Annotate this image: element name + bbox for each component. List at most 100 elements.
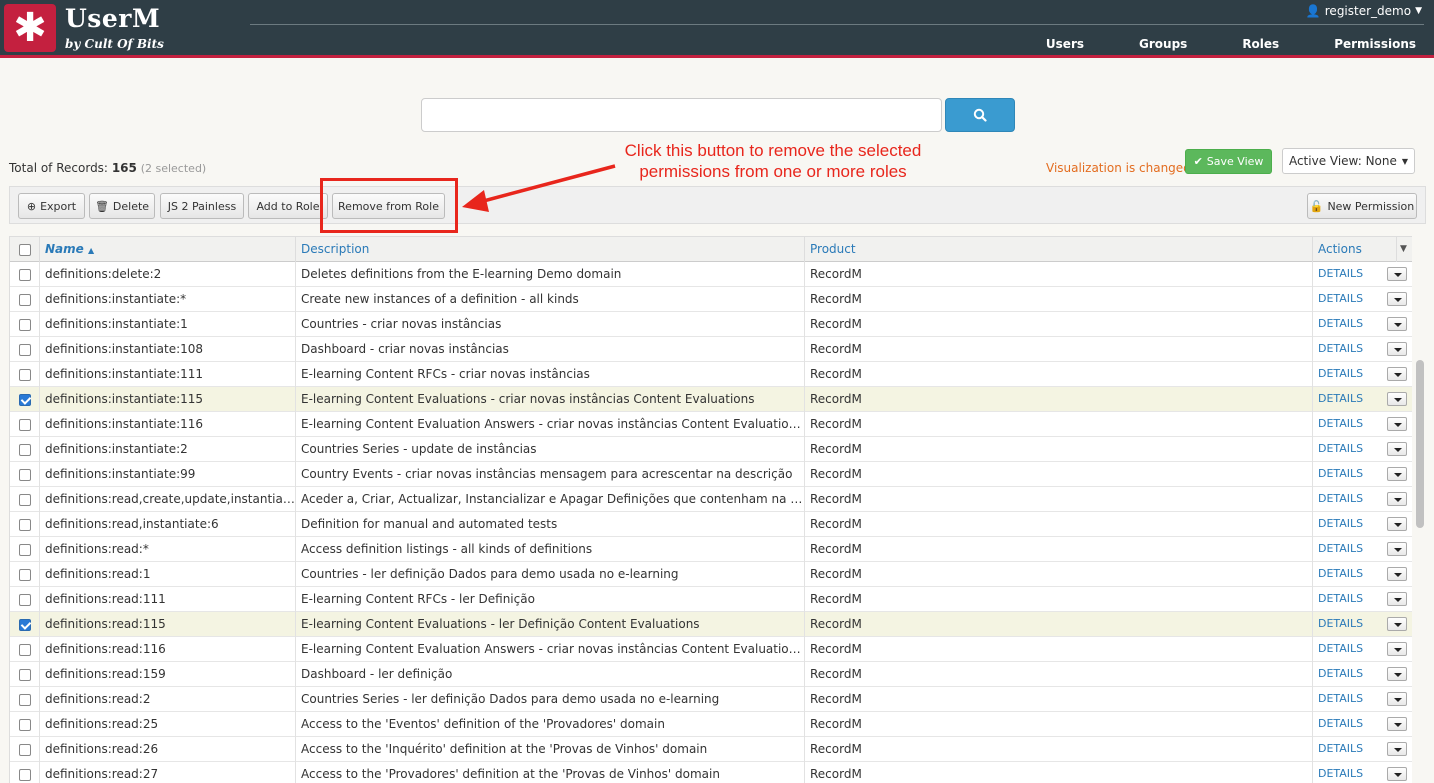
column-actions[interactable]: Actions (1312, 237, 1396, 262)
table-row[interactable]: definitions:read:111 E-learning Content R… (10, 587, 1412, 612)
row-checkbox[interactable] (19, 419, 31, 431)
row-actions-dropdown[interactable] (1387, 292, 1407, 306)
row-actions-dropdown[interactable] (1387, 467, 1407, 481)
row-actions-dropdown[interactable] (1387, 542, 1407, 556)
table-row[interactable]: definitions:read:27 Access to the 'Provad… (10, 762, 1412, 783)
table-row[interactable]: definitions:read:1 Countries - ler defini… (10, 562, 1412, 587)
row-actions-dropdown[interactable] (1387, 767, 1407, 781)
cell-description: Access to the 'Provadores' definition at… (295, 762, 804, 783)
row-checkbox[interactable] (19, 394, 31, 406)
table-row[interactable]: definitions:read:* Access definition list… (10, 537, 1412, 562)
column-description[interactable]: Description (295, 237, 804, 262)
brand-name[interactable]: UserM (65, 4, 160, 33)
row-actions-dropdown[interactable] (1387, 742, 1407, 756)
table-row[interactable]: definitions:read:159 Dashboard - ler defi… (10, 662, 1412, 687)
row-checkbox[interactable] (19, 294, 31, 306)
row-checkbox[interactable] (19, 769, 31, 781)
table-row[interactable]: definitions:read:115 E-learning Content E… (10, 612, 1412, 637)
row-checkbox[interactable] (19, 494, 31, 506)
table-row[interactable]: definitions:read:25 Access to the 'Evento… (10, 712, 1412, 737)
table-row[interactable]: definitions:instantiate:111 E-learning Co… (10, 362, 1412, 387)
permissions-table: Name ▲ Description Product Actions ▼ def… (9, 236, 1412, 783)
vertical-scrollbar[interactable] (1416, 360, 1424, 528)
row-checkbox[interactable] (19, 694, 31, 706)
table-row[interactable]: definitions:instantiate:2 Countries Serie… (10, 437, 1412, 462)
table-row[interactable]: definitions:read,instantiate:6 Definition… (10, 512, 1412, 537)
row-actions-dropdown[interactable] (1387, 692, 1407, 706)
nav-groups[interactable]: Groups (1107, 37, 1210, 55)
row-actions-dropdown[interactable] (1387, 442, 1407, 456)
nav-roles[interactable]: Roles (1210, 37, 1302, 55)
table-row[interactable]: definitions:instantiate:108 Dashboard - c… (10, 337, 1412, 362)
table-row[interactable]: definitions:instantiate:116 E-learning Co… (10, 412, 1412, 437)
selected-count: (2 selected) (140, 162, 207, 175)
row-checkbox[interactable] (19, 344, 31, 356)
row-checkbox[interactable] (19, 569, 31, 581)
export-button[interactable]: ⊕ Export (18, 193, 85, 219)
row-actions-dropdown[interactable] (1387, 517, 1407, 531)
table-row[interactable]: definitions:instantiate:* Create new inst… (10, 287, 1412, 312)
sort-asc-icon: ▲ (87, 246, 95, 255)
column-product[interactable]: Product (804, 237, 1312, 262)
column-name[interactable]: Name ▲ (39, 237, 295, 262)
table-row[interactable]: definitions:read:26 Access to the 'Inquér… (10, 737, 1412, 762)
row-actions-dropdown[interactable] (1387, 592, 1407, 606)
cell-description: Dashboard - ler definição (295, 662, 804, 687)
nav-permissions[interactable]: Permissions (1302, 37, 1434, 55)
row-checkbox[interactable] (19, 469, 31, 481)
row-checkbox[interactable] (19, 444, 31, 456)
row-checkbox[interactable] (19, 744, 31, 756)
search-input[interactable] (421, 98, 942, 132)
header-divider (250, 24, 1424, 25)
cell-product: RecordM (804, 762, 1312, 783)
row-actions-dropdown[interactable] (1387, 717, 1407, 731)
row-actions-dropdown[interactable] (1387, 342, 1407, 356)
row-checkbox[interactable] (19, 594, 31, 606)
nav-users[interactable]: Users (1014, 37, 1107, 55)
visualization-changed-notice: Visualization is changed (1046, 161, 1191, 175)
row-actions-dropdown[interactable] (1387, 267, 1407, 281)
user-menu[interactable]: 👤 register_demo ▼ (1306, 4, 1422, 18)
table-row[interactable]: definitions:instantiate:115 E-learning Co… (10, 387, 1412, 412)
select-all-checkbox[interactable] (19, 244, 31, 256)
table-row[interactable]: definitions:read:116 E-learning Content E… (10, 637, 1412, 662)
cell-product: RecordM (804, 362, 1312, 387)
row-checkbox[interactable] (19, 319, 31, 331)
new-permission-button[interactable]: 🔓 New Permission (1307, 193, 1417, 219)
row-actions-dropdown[interactable] (1387, 642, 1407, 656)
cell-name: definitions:instantiate:2 (39, 437, 295, 462)
column-menu-caret-icon[interactable]: ▼ (1396, 237, 1412, 262)
row-actions-dropdown[interactable] (1387, 367, 1407, 381)
row-actions-dropdown[interactable] (1387, 392, 1407, 406)
row-checkbox[interactable] (19, 619, 31, 631)
row-actions-dropdown[interactable] (1387, 492, 1407, 506)
table-row[interactable]: definitions:instantiate:1 Countries - cri… (10, 312, 1412, 337)
row-actions-dropdown[interactable] (1387, 317, 1407, 331)
row-actions-dropdown[interactable] (1387, 667, 1407, 681)
cell-name: definitions:read:111 (39, 587, 295, 612)
js2painless-button[interactable]: JS 2 Painless (160, 193, 244, 219)
asterisk-logo-icon[interactable]: ✱ (4, 4, 56, 52)
cell-name: definitions:read:25 (39, 712, 295, 737)
cell-name: definitions:instantiate:1 (39, 312, 295, 337)
row-checkbox[interactable] (19, 719, 31, 731)
row-actions-dropdown[interactable] (1387, 567, 1407, 581)
table-row[interactable]: definitions:read:2 Countries Series - ler… (10, 687, 1412, 712)
delete-button[interactable]: 🗑 Delete (89, 193, 155, 219)
row-actions-dropdown[interactable] (1387, 417, 1407, 431)
table-row[interactable]: definitions:read,create,update,instantia… (10, 487, 1412, 512)
active-view-dropdown[interactable]: Active View: None ▼ (1282, 148, 1415, 174)
row-checkbox[interactable] (19, 269, 31, 281)
save-view-button[interactable]: ✔ Save View (1185, 149, 1272, 174)
cell-product: RecordM (804, 737, 1312, 762)
row-checkbox[interactable] (19, 544, 31, 556)
table-row[interactable]: definitions:instantiate:99 Country Events… (10, 462, 1412, 487)
search-button[interactable] (945, 98, 1015, 132)
row-checkbox[interactable] (19, 644, 31, 656)
add-to-role-button[interactable]: Add to Role (248, 193, 328, 219)
row-checkbox[interactable] (19, 369, 31, 381)
row-checkbox[interactable] (19, 669, 31, 681)
row-actions-dropdown[interactable] (1387, 617, 1407, 631)
table-row[interactable]: definitions:delete:2 Deletes definitions … (10, 262, 1412, 287)
row-checkbox[interactable] (19, 519, 31, 531)
